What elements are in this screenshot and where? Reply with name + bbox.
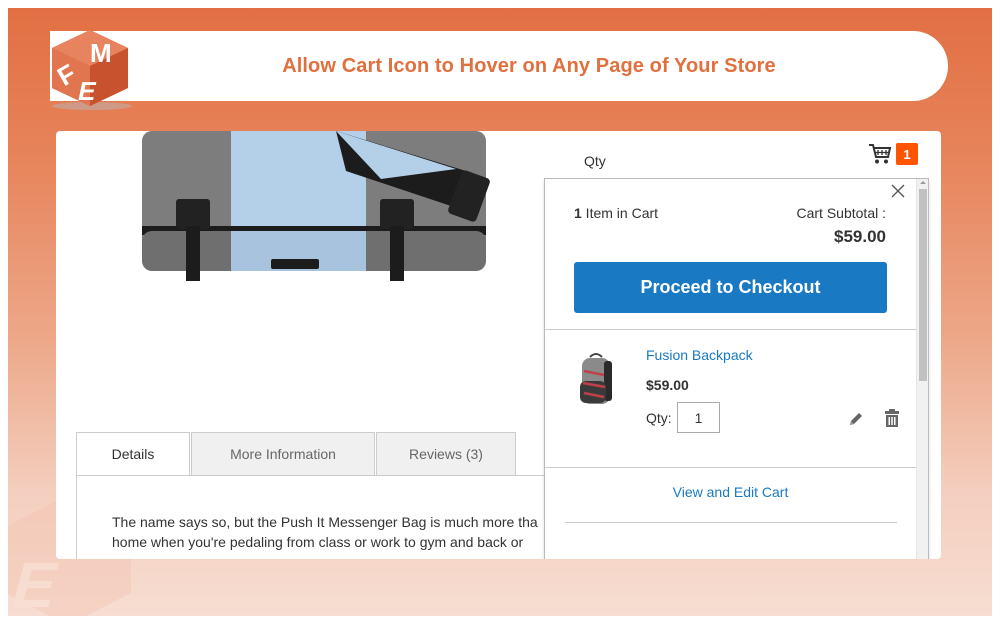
store-page: Qty 1 Details More Information Reviews (… <box>56 131 941 559</box>
proceed-to-checkout-button[interactable]: Proceed to Checkout <box>574 262 887 313</box>
subtotal-label: Cart Subtotal : <box>796 205 887 221</box>
promo-frame: E Allow Cart Icon to Hover on Any Page o… <box>8 8 992 616</box>
close-icon[interactable] <box>890 183 906 199</box>
fme-logo-icon: F M E <box>52 30 132 110</box>
divider <box>545 329 916 330</box>
logo-letter-m: M <box>90 38 112 68</box>
product-description: The name says so, but the Push It Messen… <box>112 512 572 552</box>
title-banner: Allow Cart Icon to Hover on Any Page of … <box>50 31 948 101</box>
minicart-scrollbar[interactable] <box>916 179 928 559</box>
items-in-cart: 1 Item in Cart <box>574 205 658 221</box>
tab-details[interactable]: Details <box>76 432 190 476</box>
pencil-icon[interactable] <box>848 411 864 427</box>
subtotal-value: $59.00 <box>834 227 886 246</box>
minicart-dropdown: 1 Item in Cart Cart Subtotal : $59.00 Pr… <box>544 178 929 559</box>
trash-icon[interactable] <box>884 408 900 428</box>
scroll-up-arrow-icon[interactable] <box>920 181 926 184</box>
tab-more-information[interactable]: More Information <box>191 432 375 476</box>
items-count-label: Item in Cart <box>581 205 659 221</box>
item-qty-label: Qty: <box>646 410 672 426</box>
item-name-link[interactable]: Fusion Backpack <box>646 347 753 363</box>
header-cart-button[interactable]: 1 <box>868 143 918 165</box>
qty-label: Qty <box>584 153 606 169</box>
view-and-edit-cart-link[interactable]: View and Edit Cart <box>545 484 916 500</box>
banner-title: Allow Cart Icon to Hover on Any Page of … <box>282 54 776 77</box>
item-qty-input[interactable] <box>677 402 720 433</box>
product-tabs: Details More Information Reviews (3) <box>76 432 517 476</box>
tab-content-details: The name says so, but the Push It Messen… <box>76 475 576 559</box>
tab-reviews[interactable]: Reviews (3) <box>376 432 516 476</box>
cart-count-badge: 1 <box>896 143 918 165</box>
items-count-number: 1 <box>574 205 582 221</box>
divider <box>545 467 916 468</box>
product-image <box>142 131 490 281</box>
divider <box>565 522 897 523</box>
shopping-cart-icon <box>869 144 892 164</box>
description-line: The name says so, but the Push It Messen… <box>112 514 538 530</box>
scrollbar-thumb[interactable] <box>919 189 927 381</box>
description-line: home when you're pedaling from class or … <box>112 534 524 550</box>
item-thumbnail[interactable] <box>568 349 624 413</box>
item-price: $59.00 <box>646 377 689 393</box>
